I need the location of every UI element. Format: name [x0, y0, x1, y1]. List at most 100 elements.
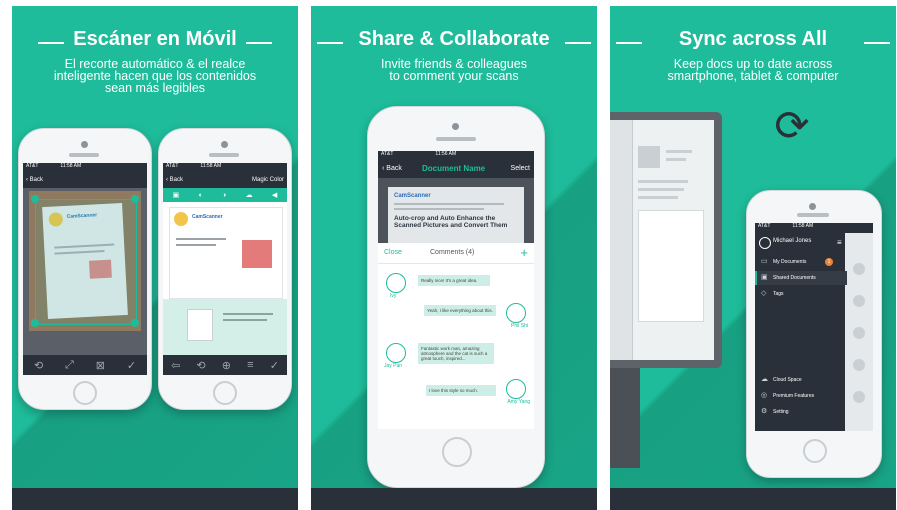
content-behind-drawer — [845, 233, 873, 431]
menu-item-setting[interactable]: ⚙ Setting — [755, 405, 845, 419]
home-button[interactable] — [803, 439, 827, 463]
comment-bubble: Yeah, I like everything about this. — [424, 305, 496, 316]
filter-bar: ▣ ◐ ◑ ☁ ◀ — [163, 188, 287, 202]
back-label: Back — [29, 177, 44, 183]
expand-icon[interactable]: ⤢ — [65, 359, 74, 372]
avatar — [506, 303, 526, 323]
status-bar: AT&T 11:56 AM — [378, 151, 534, 160]
avatar — [853, 391, 865, 403]
doc-line — [394, 203, 504, 205]
wooden-desk: CamScanner — [29, 191, 141, 331]
menu-item-cloud-space[interactable]: ☁ Cloud Space — [755, 373, 845, 387]
panel-subtitle: Keep docs up to date across smartphone, … — [610, 58, 896, 83]
cloud-icon: ☁ — [761, 376, 768, 383]
crop-frame[interactable] — [35, 199, 137, 325]
rotate-icon[interactable]: ⟲ — [196, 359, 205, 372]
monitor-stand — [610, 368, 640, 468]
nav-bar: ‹ Back Magic Color — [163, 172, 287, 188]
enhanced-doc: CamScanner — [169, 207, 283, 299]
home-button[interactable] — [442, 437, 472, 467]
crop-toolbar: ⟲ ⤢ ⊠ ✓ — [23, 355, 147, 375]
close-button[interactable]: Close — [384, 249, 402, 256]
doc-line — [176, 244, 216, 246]
zoom-icon[interactable]: ⊕ — [222, 359, 231, 372]
add-comment-button[interactable]: + — [520, 245, 528, 260]
menu-label: Shared Documents — [773, 275, 816, 281]
panel-title: Escáner en Móvil — [73, 28, 237, 50]
phone-speaker — [209, 153, 239, 157]
phone-screen: AT&T 11:58 AM Michael Jones ≡ ▭ My Docume… — [755, 223, 873, 431]
crop-handle[interactable] — [131, 319, 139, 327]
adjust-icon[interactable]: ≡ — [247, 359, 253, 371]
time: 11:56 AM — [435, 151, 457, 157]
comments-count: (4) — [465, 249, 475, 256]
back-button[interactable]: ‹ Back — [382, 160, 402, 178]
menu-item-tags[interactable]: ◇ Tags — [755, 287, 845, 301]
no-crop-icon[interactable]: ⊠ — [96, 359, 105, 372]
comments-label: Comments — [430, 249, 464, 256]
filter-icon[interactable]: ☁ — [246, 191, 253, 199]
phone-screen: AT&T 11:56 AM ‹ Back Document Name Select… — [378, 151, 534, 429]
select-button[interactable]: Select — [511, 160, 530, 178]
doc-heading: CamScanner — [394, 193, 431, 199]
user-avatar-icon — [759, 237, 771, 249]
carrier: AT&T — [758, 223, 771, 229]
comments-sheet: Close Comments (4) + Ivy Really nice! It… — [378, 243, 534, 429]
status-bar: AT&T 11:58 AM — [23, 163, 147, 172]
menu-label: My Documents — [773, 259, 807, 265]
share-icon[interactable]: ⇦ — [171, 359, 180, 372]
avatar — [853, 327, 865, 339]
panel-mobile-scanner: Escáner en Móvil El recorte automático &… — [12, 6, 298, 510]
home-button[interactable] — [73, 381, 97, 405]
sync-icon: ⟳ — [774, 102, 810, 149]
crop-handle[interactable] — [131, 195, 139, 203]
mode-label[interactable]: Magic Color — [252, 172, 284, 188]
phone-speaker — [69, 153, 99, 157]
nav-bar: ‹ Back — [23, 172, 147, 188]
doc-page — [638, 210, 704, 322]
comment-bubble: Really nice! It's a great idea. — [418, 275, 490, 286]
time: 11:58 AM — [200, 163, 222, 169]
panel-footer — [311, 488, 597, 510]
monitor-screen — [610, 120, 714, 360]
carrier: AT&T — [26, 163, 39, 169]
phone-screen: AT&T 11:58 AM ‹ Back CamScanner ⟲ ⤢ ⊠ ✓ — [23, 163, 147, 375]
menu-label: Cloud Space — [773, 377, 802, 383]
crop-handle[interactable] — [31, 195, 39, 203]
back-label: Back — [386, 165, 402, 172]
panel-subtitle: El recorte automático & el realce inteli… — [12, 58, 298, 95]
home-button[interactable] — [213, 381, 237, 405]
crop-handle[interactable] — [31, 319, 39, 327]
avatar — [386, 273, 406, 293]
back-button[interactable]: ‹ Back — [26, 177, 43, 183]
panel-share-collaborate: Share & Collaborate Invite friends & col… — [311, 6, 597, 510]
filter-icon[interactable]: ◐ — [199, 192, 203, 199]
filter-icon[interactable]: ▣ — [173, 191, 180, 199]
folder-icon: ▭ — [761, 258, 768, 265]
menu-icon[interactable]: ≡ — [837, 238, 842, 247]
phone-screen: AT&T 11:58 AM ‹ Back Magic Color ▣ ◐ ◑ ☁ ◀ Cam… — [163, 163, 287, 375]
panel-title: Sync across All — [678, 28, 828, 50]
doc-line — [223, 313, 273, 315]
avatar — [853, 359, 865, 371]
panel-footer — [610, 488, 896, 510]
doc-line — [638, 196, 678, 199]
subtitle-line: to comment your scans — [389, 69, 519, 83]
user-image-icon — [638, 146, 660, 168]
confirm-icon[interactable]: ✓ — [127, 359, 136, 372]
menu-item-my-documents[interactable]: ▭ My Documents 1 — [755, 255, 845, 269]
menu-label: Premium Features — [773, 393, 815, 399]
menu-label: Setting — [773, 409, 789, 415]
phone-speaker — [436, 137, 476, 141]
avatar — [386, 343, 406, 363]
menu-item-shared-documents[interactable]: ▣ Shared Documents — [755, 271, 847, 285]
confirm-icon[interactable]: ✓ — [270, 359, 279, 372]
status-bar: AT&T 11:58 AM — [755, 223, 873, 232]
user-name: Michael Jones — [773, 238, 812, 244]
document-preview: CamScanner Auto-crop and Auto Enhance th… — [388, 187, 524, 247]
back-button[interactable]: ‹ Back — [166, 177, 183, 183]
filter-icon[interactable]: ◑ — [222, 192, 226, 199]
menu-item-premium[interactable]: ◎ Premium Features — [755, 389, 845, 403]
rotate-icon[interactable]: ⟲ — [34, 359, 43, 372]
filter-icon[interactable]: ◀ — [272, 191, 277, 199]
